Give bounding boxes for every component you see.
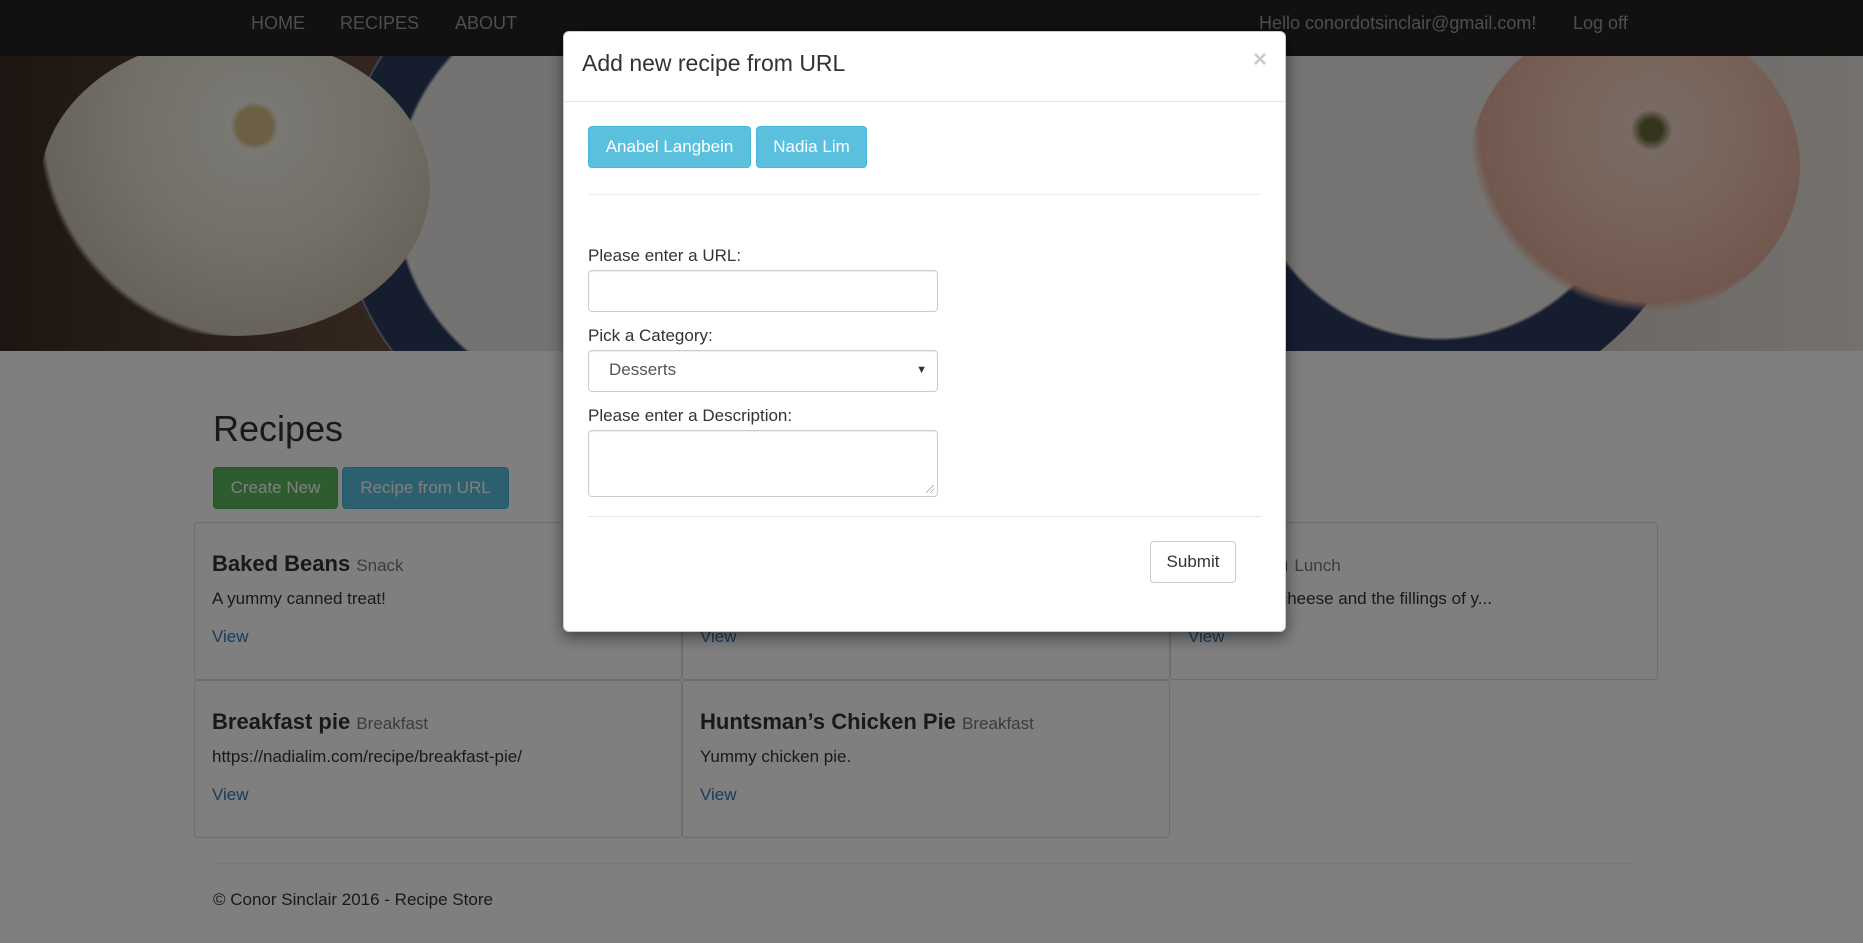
url-label: Please enter a URL: xyxy=(588,246,742,265)
source-divider xyxy=(588,194,1261,195)
description-textarea[interactable] xyxy=(588,430,938,497)
url-input[interactable] xyxy=(588,270,938,312)
modal-header-divider xyxy=(564,101,1285,102)
add-recipe-url-modal: Add new recipe from URL × Anabel Langbei… xyxy=(563,31,1286,632)
source-nadia-lim-button[interactable]: Nadia Lim xyxy=(756,126,867,168)
submit-button[interactable]: Submit xyxy=(1150,541,1236,583)
category-label: Pick a Category: xyxy=(588,326,713,345)
caret-down-icon: ▼ xyxy=(916,364,927,376)
source-anabel-langbein-button[interactable]: Anabel Langbein xyxy=(588,126,751,168)
description-label: Please enter a Description: xyxy=(588,406,793,425)
modal-footer-divider xyxy=(588,516,1261,517)
category-select[interactable]: Desserts ▼ xyxy=(588,350,938,392)
category-selected-value: Desserts xyxy=(609,360,677,379)
close-icon[interactable]: × xyxy=(1253,46,1267,74)
modal-title: Add new recipe from URL xyxy=(582,50,846,76)
resize-handle-icon[interactable] xyxy=(926,485,934,493)
